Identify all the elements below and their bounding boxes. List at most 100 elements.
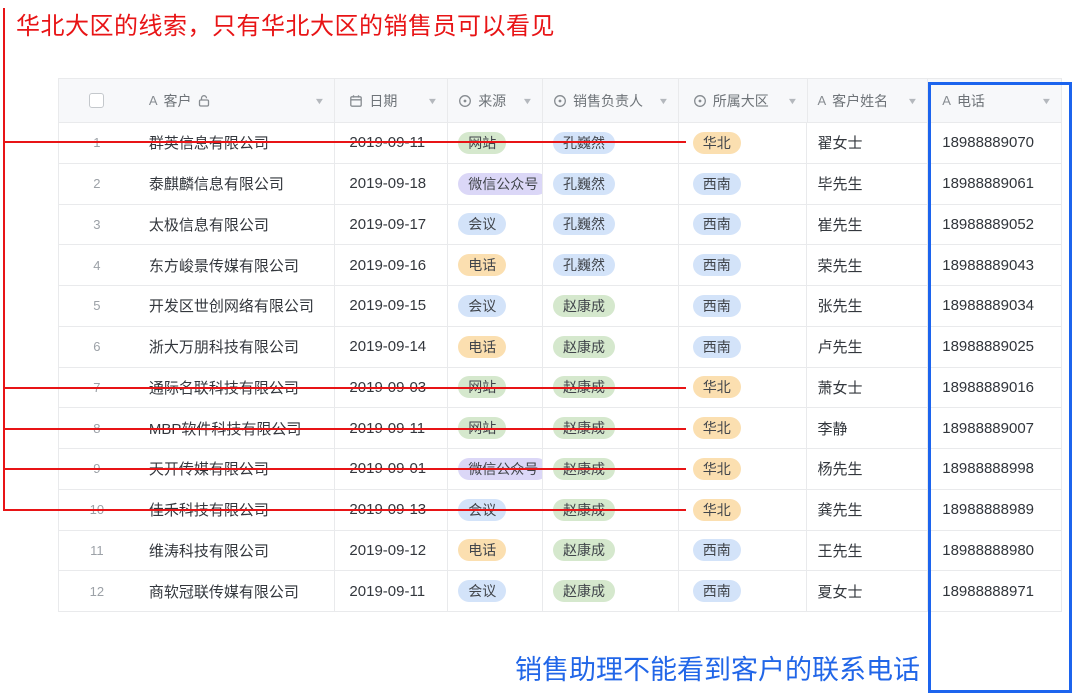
cell-company[interactable]: 东方峻景传媒有限公司 <box>135 245 336 285</box>
cell-region[interactable]: 西南 <box>679 531 808 571</box>
cell-phone[interactable]: 18988889007 <box>928 408 1061 448</box>
cell-date[interactable]: 2019-09-11 <box>335 571 448 611</box>
owner-tag: 孔巍然 <box>553 213 615 235</box>
cell-region[interactable]: 西南 <box>679 245 808 285</box>
cell-phone[interactable]: 18988888971 <box>928 571 1061 611</box>
cell-contact-name[interactable]: 王先生 <box>807 531 928 571</box>
cell-region[interactable]: 华北 <box>679 368 808 408</box>
cell-owner[interactable]: 孔巍然 <box>543 245 679 285</box>
cell-contact-name[interactable]: 翟女士 <box>807 123 928 163</box>
chevron-down-icon[interactable] <box>314 96 326 106</box>
cell-date[interactable]: 2019-09-17 <box>335 205 448 245</box>
row-number-cell[interactable]: 6 <box>59 327 135 367</box>
select-all-checkbox[interactable] <box>89 93 104 108</box>
lock-icon <box>197 94 211 108</box>
cell-source[interactable]: 电话 <box>448 245 543 285</box>
cell-phone[interactable]: 18988889052 <box>928 205 1061 245</box>
cell-contact-name[interactable]: 荣先生 <box>807 245 928 285</box>
cell-contact-name[interactable]: 张先生 <box>807 286 928 326</box>
header-contact-name-label: 客户姓名 <box>832 91 888 111</box>
cell-contact-name[interactable]: 毕先生 <box>807 164 928 204</box>
chevron-down-icon[interactable] <box>522 96 534 106</box>
cell-phone[interactable]: 18988889034 <box>928 286 1061 326</box>
cell-phone[interactable]: 18988888989 <box>928 490 1061 530</box>
cell-contact-name[interactable]: 李静 <box>807 408 928 448</box>
cell-company[interactable]: 维涛科技有限公司 <box>135 531 336 571</box>
cell-owner[interactable]: 赵康成 <box>543 531 679 571</box>
cell-contact-name[interactable]: 杨先生 <box>807 449 928 489</box>
region-tag: 华北 <box>693 499 741 521</box>
single-select-icon <box>458 94 472 108</box>
cell-source[interactable]: 会议 <box>448 286 543 326</box>
cell-date[interactable]: 2019-09-15 <box>335 286 448 326</box>
cell-contact-name[interactable]: 崔先生 <box>807 205 928 245</box>
chevron-down-icon[interactable] <box>1041 96 1053 106</box>
cell-region[interactable]: 华北 <box>679 408 808 448</box>
cell-phone[interactable]: 18988888998 <box>928 449 1061 489</box>
header-source[interactable]: 来源 <box>448 79 543 122</box>
header-date[interactable]: 日期 <box>335 79 448 122</box>
header-customer[interactable]: A 客户 <box>135 79 336 122</box>
row-number-cell[interactable]: 4 <box>59 245 135 285</box>
cell-source[interactable]: 电话 <box>448 327 543 367</box>
cell-region[interactable]: 华北 <box>679 490 808 530</box>
cell-date[interactable]: 2019-09-18 <box>335 164 448 204</box>
cell-contact-name[interactable]: 萧女士 <box>807 368 928 408</box>
cell-contact-name[interactable]: 夏女士 <box>807 571 928 611</box>
cell-contact-name[interactable]: 卢先生 <box>807 327 928 367</box>
row-number-cell[interactable]: 12 <box>59 571 135 611</box>
cell-company[interactable]: 泰麒麟信息有限公司 <box>135 164 336 204</box>
cell-owner[interactable]: 孔巍然 <box>543 164 679 204</box>
annotation-strike-row-9 <box>3 468 686 470</box>
cell-phone[interactable]: 18988888980 <box>928 531 1061 571</box>
cell-region[interactable]: 西南 <box>679 327 808 367</box>
cell-contact-name[interactable]: 龚先生 <box>807 490 928 530</box>
cell-phone[interactable]: 18988889016 <box>928 368 1061 408</box>
header-phone[interactable]: A 电话 <box>928 79 1061 122</box>
cell-owner[interactable]: 孔巍然 <box>543 205 679 245</box>
cell-region[interactable]: 西南 <box>679 571 808 611</box>
cell-region[interactable]: 西南 <box>679 205 808 245</box>
cell-company[interactable]: 浙大万朋科技有限公司 <box>135 327 336 367</box>
header-select-all[interactable] <box>59 79 135 122</box>
row-number-cell[interactable]: 2 <box>59 164 135 204</box>
cell-company[interactable]: 商软冠联传媒有限公司 <box>135 571 336 611</box>
chevron-down-icon[interactable] <box>786 96 798 106</box>
cell-date[interactable]: 2019-09-12 <box>335 531 448 571</box>
header-contact-name[interactable]: A 客户姓名 <box>808 79 929 122</box>
cell-source[interactable]: 微信公众号 <box>448 164 543 204</box>
cell-region[interactable]: 西南 <box>679 164 808 204</box>
cell-source[interactable]: 会议 <box>448 205 543 245</box>
cell-phone[interactable]: 18988889070 <box>928 123 1061 163</box>
owner-tag: 孔巍然 <box>553 173 615 195</box>
cell-owner[interactable]: 赵康成 <box>543 286 679 326</box>
source-tag: 微信公众号 <box>458 173 543 195</box>
cell-phone[interactable]: 18988889061 <box>928 164 1061 204</box>
cell-owner[interactable]: 赵康成 <box>543 571 679 611</box>
cell-source[interactable]: 会议 <box>448 571 543 611</box>
chevron-down-icon[interactable] <box>907 96 919 106</box>
cell-date[interactable]: 2019-09-14 <box>335 327 448 367</box>
cell-phone[interactable]: 18988889025 <box>928 327 1061 367</box>
chevron-down-icon[interactable] <box>427 96 439 106</box>
cell-region[interactable]: 华北 <box>679 123 808 163</box>
leads-table: A 客户 日期 <box>58 78 1062 612</box>
cell-company[interactable]: 开发区世创网络有限公司 <box>135 286 336 326</box>
row-number-cell[interactable]: 3 <box>59 205 135 245</box>
row-number-cell[interactable]: 5 <box>59 286 135 326</box>
annotation-north-region: 华北大区的线索，只有华北大区的销售员可以看见 <box>16 6 555 41</box>
header-region[interactable]: 所属大区 <box>679 79 808 122</box>
header-owner-label: 销售负责人 <box>573 91 643 111</box>
cell-region[interactable]: 西南 <box>679 286 808 326</box>
cell-company[interactable]: 太极信息有限公司 <box>135 205 336 245</box>
cell-owner[interactable]: 赵康成 <box>543 327 679 367</box>
cell-phone[interactable]: 18988889043 <box>928 245 1061 285</box>
table-row: 4 东方峻景传媒有限公司 2019-09-16 电话 孔巍然 西南 荣先生 18… <box>59 245 1061 286</box>
cell-region[interactable]: 华北 <box>679 449 808 489</box>
row-number-cell[interactable]: 11 <box>59 531 135 571</box>
cell-source[interactable]: 电话 <box>448 531 543 571</box>
header-owner[interactable]: 销售负责人 <box>543 79 679 122</box>
header-customer-label: 客户 <box>163 91 191 111</box>
cell-date[interactable]: 2019-09-16 <box>335 245 448 285</box>
chevron-down-icon[interactable] <box>657 96 669 106</box>
